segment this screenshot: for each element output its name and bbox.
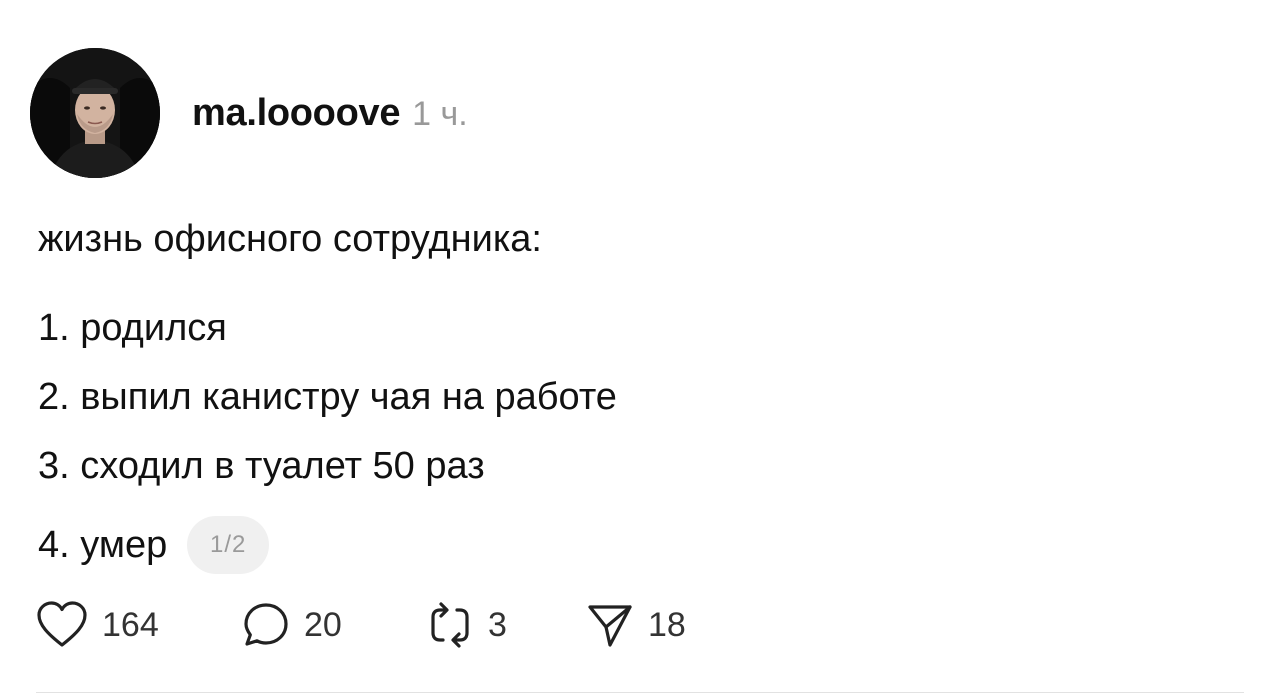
comment-button[interactable]: 20 xyxy=(242,601,426,649)
page-indicator-badge[interactable]: 1/2 xyxy=(187,516,270,574)
like-button[interactable]: 164 xyxy=(36,601,242,649)
list-item: 3. сходил в туалет 50 раз xyxy=(38,445,485,487)
list-item: 1. родился xyxy=(38,307,227,349)
comment-bubble-icon xyxy=(244,603,288,646)
list-item: 4. умер 1/2 xyxy=(38,516,270,574)
repost-icon xyxy=(431,602,469,648)
comment-count: 20 xyxy=(304,605,342,644)
share-button[interactable]: 18 xyxy=(586,601,686,649)
username[interactable]: ma.loooove xyxy=(192,92,400,135)
list-item: 2. выпил канистру чая на работе xyxy=(38,376,617,418)
send-icon xyxy=(588,605,632,647)
action-bar: 164 20 3 18 xyxy=(36,600,686,650)
avatar[interactable] xyxy=(30,48,160,178)
like-count: 164 xyxy=(102,605,159,644)
thread-post: ma.loooove 1 ч. жизнь офисного сотрудник… xyxy=(0,0,1280,696)
repost-count: 3 xyxy=(488,605,507,644)
timestamp: 1 ч. xyxy=(412,95,468,133)
divider xyxy=(36,692,1244,693)
share-count: 18 xyxy=(648,605,686,644)
list-item-text: 4. умер xyxy=(38,524,168,566)
post-title: жизнь офисного сотрудника: xyxy=(38,218,542,260)
post-header: ma.loooove 1 ч. xyxy=(192,92,468,138)
avatar-photo-icon xyxy=(30,48,160,178)
repost-button[interactable]: 3 xyxy=(426,601,586,649)
heart-icon xyxy=(37,601,87,647)
